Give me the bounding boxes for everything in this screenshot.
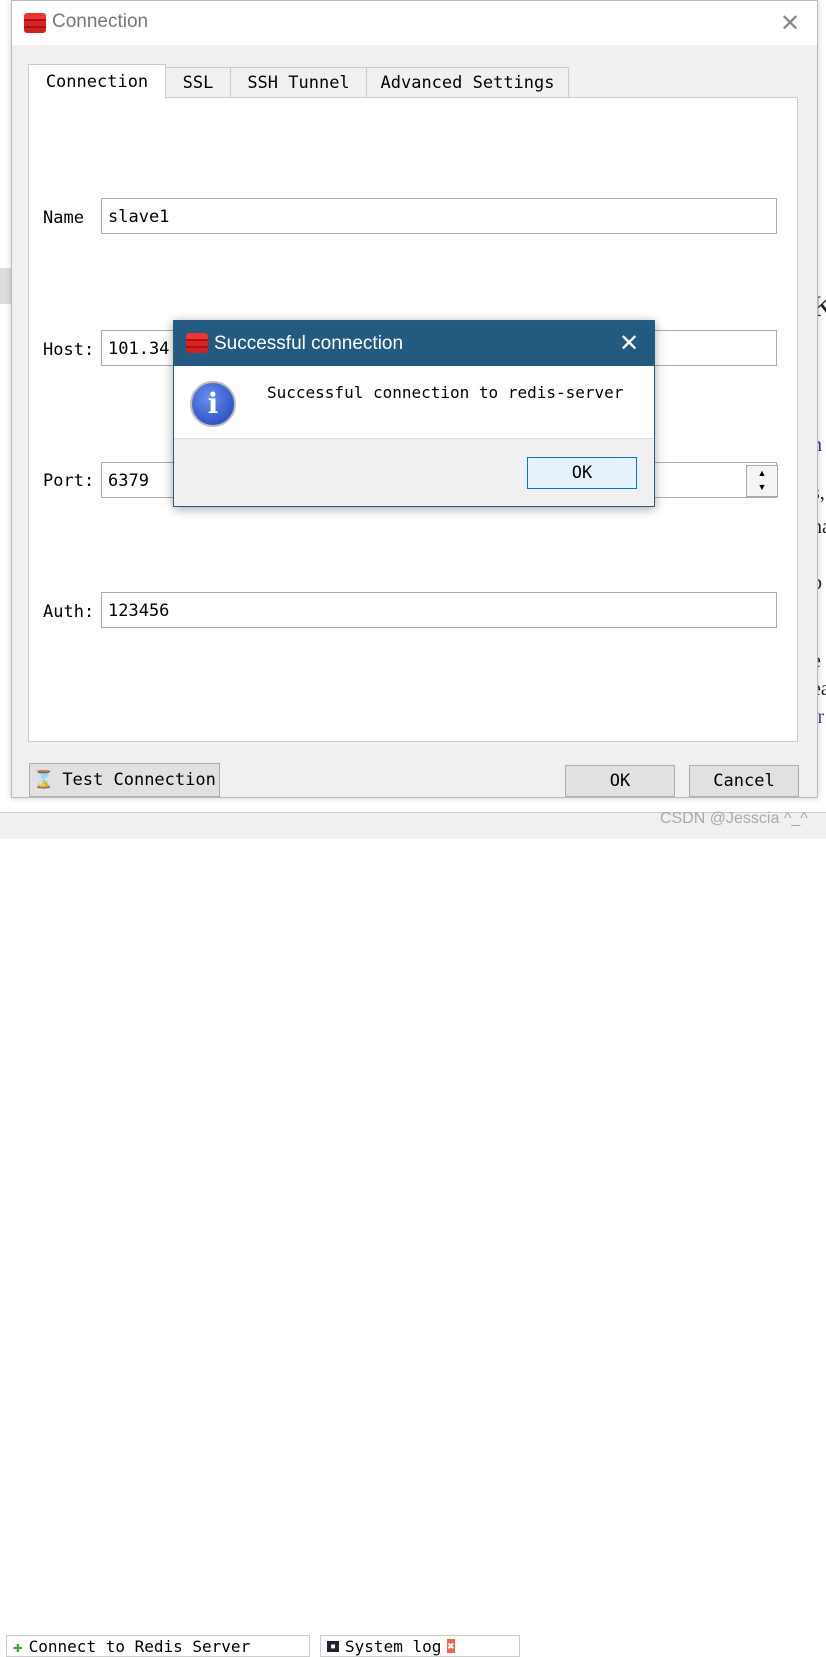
name-label: Name — [43, 208, 84, 228]
test-connection-button[interactable]: ⌛ Test Connection — [29, 763, 220, 797]
window-title: Connection — [52, 11, 149, 32]
ok-button[interactable]: OK — [565, 765, 675, 797]
info-icon: i — [190, 381, 236, 427]
popup-title-bar: Successful connection ✕ — [174, 321, 654, 366]
tab-label: System log — [345, 1636, 442, 1656]
popup-ok-button[interactable]: OK — [527, 457, 637, 489]
tab-label: Connect to Redis Server — [28, 1636, 251, 1656]
redis-logo-icon — [24, 13, 46, 33]
success-dialog: Successful connection ✕ i Successful con… — [173, 320, 655, 507]
name-input[interactable]: slave1 — [101, 198, 777, 234]
popup-body: i Successful connection to redis-server — [174, 366, 654, 439]
close-icon[interactable]: ✕ — [780, 9, 800, 38]
cancel-button[interactable]: Cancel — [689, 765, 799, 797]
tab-ssh-tunnel[interactable]: SSH Tunnel — [230, 67, 367, 98]
chevron-down-icon[interactable]: ▼ — [747, 480, 777, 494]
plus-icon: ✚ — [13, 1636, 23, 1656]
port-stepper[interactable]: ▲ ▼ — [746, 465, 778, 497]
close-icon[interactable]: ✖ — [447, 1639, 455, 1653]
watermark: CSDN @Jesscia ^_^ — [660, 810, 808, 827]
port-label: Port: — [43, 471, 95, 491]
button-label: Test Connection — [62, 770, 216, 790]
popup-title: Successful connection — [214, 333, 404, 354]
terminal-icon: ▪ — [327, 1640, 340, 1652]
tab-ssl[interactable]: SSL — [165, 67, 231, 98]
redis-logo-icon — [186, 333, 208, 353]
title-bar: Connection ✕ — [12, 1, 817, 45]
auth-input[interactable]: 123456 — [101, 592, 777, 628]
auth-label: Auth: — [43, 602, 95, 622]
tab-connection[interactable]: Connection — [28, 64, 166, 99]
close-icon[interactable]: ✕ — [619, 329, 639, 358]
background-tab-connect[interactable]: ✚ Connect to Redis Server — [6, 1635, 310, 1657]
hourglass-icon: ⌛ — [33, 770, 55, 790]
host-label: Host: — [43, 340, 95, 360]
popup-message: Successful connection to redis-server — [267, 383, 624, 402]
chevron-up-icon[interactable]: ▲ — [747, 466, 777, 480]
background-window-edge — [0, 268, 11, 304]
background-tab-system-log[interactable]: ▪ System log ✖ — [320, 1635, 520, 1657]
tab-advanced-settings[interactable]: Advanced Settings — [366, 67, 569, 98]
